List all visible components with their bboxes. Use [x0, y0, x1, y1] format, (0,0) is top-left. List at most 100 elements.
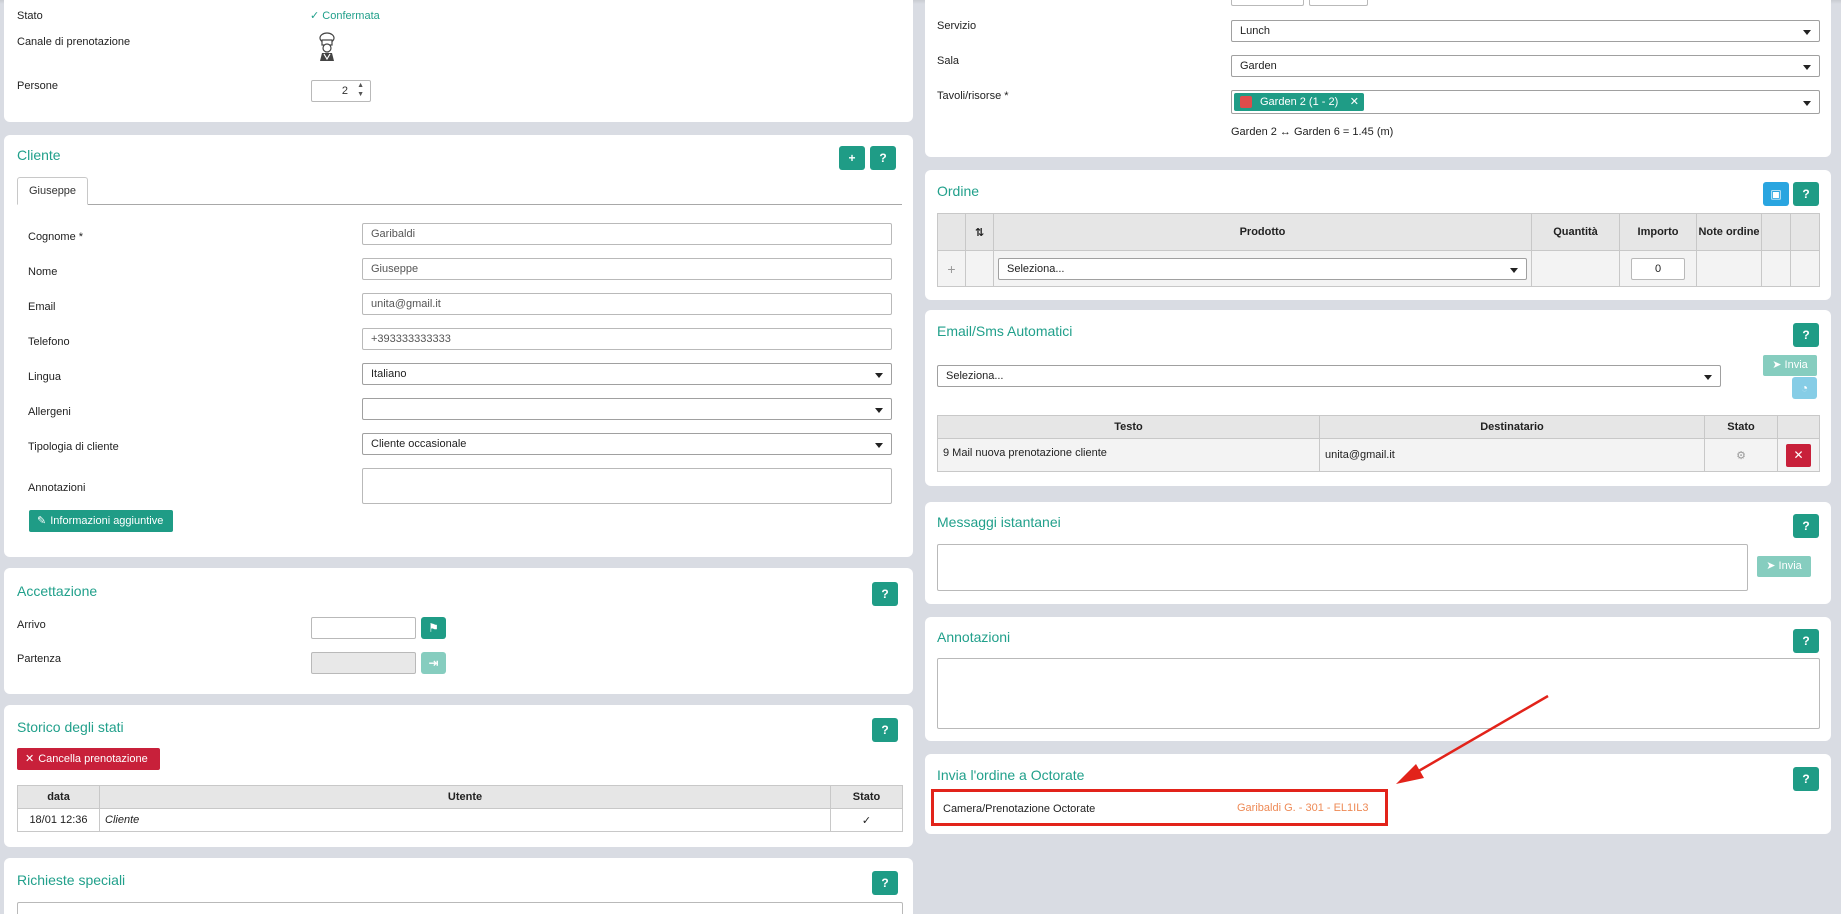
tab-giuseppe[interactable]: Giuseppe	[17, 177, 88, 205]
nome-label: Nome	[28, 266, 58, 278]
product-select[interactable]: Seleziona...	[998, 257, 1527, 280]
row-utente: Cliente	[99, 808, 831, 832]
messaggi-panel: Messaggi istantanei ? ➤ Invia	[925, 502, 1831, 604]
importo-input[interactable]: 0	[1631, 257, 1685, 280]
help-button[interactable]: ?	[1793, 514, 1819, 538]
help-button[interactable]: ?	[872, 718, 898, 742]
telefono-field[interactable]: +393333333333	[362, 328, 892, 350]
informazioni-aggiuntive-button[interactable]: ✎ Informazioni aggiuntive	[29, 510, 173, 532]
check-icon: ✓	[310, 10, 320, 22]
partenza-label: Partenza	[17, 653, 62, 665]
whatsapp-icon: ◔	[1800, 381, 1809, 395]
delete-button[interactable]: ✕	[1786, 443, 1811, 467]
edit-icon: ✎	[37, 515, 47, 527]
email-sms-title: Email/Sms Automatici	[937, 323, 1073, 339]
lingua-select[interactable]: Italiano	[362, 363, 892, 385]
chef-icon	[316, 32, 338, 62]
ordine-title: Ordine	[937, 183, 980, 199]
partenza-exit-button[interactable]: ⇥	[421, 652, 446, 674]
richieste-panel: Richieste speciali ?	[4, 858, 913, 914]
send-icon: ➤	[1766, 560, 1776, 572]
help-button[interactable]: ?	[1793, 767, 1819, 791]
col-stato: Stato	[830, 785, 903, 809]
whatsapp-button[interactable]: ◔	[1792, 377, 1817, 399]
remove-tag-icon[interactable]: ✕	[1350, 93, 1359, 111]
table-tag: Garden 2 (1 - 2) ✕	[1234, 93, 1364, 111]
storico-title: Storico degli stati	[17, 719, 124, 735]
accettazione-title: Accettazione	[17, 583, 98, 599]
annotazioni-textarea[interactable]	[937, 658, 1820, 729]
booking-info-panel: Stato ✓ Confermata Canale di prenotazion…	[4, 0, 913, 122]
help-button[interactable]: ?	[872, 582, 898, 606]
caret-icon	[1704, 375, 1712, 380]
sign-out-icon: ⇥	[428, 656, 439, 670]
messaggi-title: Messaggi istantanei	[937, 514, 1061, 530]
email-label: Email	[28, 301, 56, 313]
top-input-stub-1	[1231, 0, 1304, 6]
annotazioni-label: Annotazioni	[28, 482, 86, 494]
help-button[interactable]: ?	[1793, 629, 1819, 653]
arrivo-input[interactable]	[311, 617, 416, 639]
email-template-select[interactable]: Seleziona...	[937, 365, 1721, 387]
client-annotazioni-textarea[interactable]	[362, 468, 892, 504]
highlight-box	[931, 789, 1388, 826]
help-button[interactable]: ?	[870, 146, 896, 170]
servizio-select[interactable]: Lunch	[1231, 20, 1820, 42]
col-data: data	[17, 785, 100, 809]
help-button[interactable]: ?	[872, 871, 898, 895]
tavoli-select[interactable]: Garden 2 (1 - 2) ✕	[1231, 90, 1820, 114]
col-note-ordine: Note ordine	[1696, 213, 1762, 251]
storico-panel: Storico degli stati ? ✕ Cancella prenotaz…	[4, 705, 913, 847]
arrivo-flag-button[interactable]: ⚑	[421, 617, 446, 639]
allergeni-label: Allergeni	[28, 406, 71, 418]
row-data: 18/01 12:36	[17, 808, 100, 832]
sort-icon[interactable]: ⇅	[965, 213, 994, 251]
col-testo: Testo	[937, 415, 1320, 439]
tipologia-label: Tipologia di cliente	[28, 441, 119, 453]
partenza-input	[311, 652, 416, 674]
row-destinatario: unita@gmail.it	[1319, 438, 1705, 472]
stepper-up-icon[interactable]: ▲	[357, 82, 364, 89]
invia-messaggio-button[interactable]: ➤ Invia	[1757, 556, 1811, 577]
invia-email-button[interactable]: ➤ Invia	[1763, 355, 1817, 376]
help-button[interactable]: ?	[1793, 182, 1819, 206]
email-field[interactable]: unita@gmail.it	[362, 293, 892, 315]
table-row: 9 Mail nuova prenotazione cliente unita@…	[937, 438, 1820, 472]
annotazioni-panel: Annotazioni ?	[925, 617, 1831, 741]
tipologia-select[interactable]: Cliente occasionale	[362, 433, 892, 455]
cliente-panel: Cliente + ? Giuseppe Cognome * Garibaldi…	[4, 135, 913, 557]
col-prodotto: Prodotto	[993, 213, 1532, 251]
col-quantita: Quantità	[1531, 213, 1620, 251]
help-button[interactable]: ?	[1793, 323, 1819, 347]
cognome-field[interactable]: Garibaldi	[362, 223, 892, 245]
stepper-down-icon[interactable]: ▼	[357, 91, 364, 98]
canale-label: Canale di prenotazione	[17, 36, 131, 48]
tab-divider	[17, 204, 902, 205]
servizio-panel: Servizio Lunch Sala Garden Tavoli/risors…	[925, 0, 1831, 157]
caret-icon	[875, 408, 883, 413]
cancella-prenotazione-button[interactable]: ✕ Cancella prenotazione	[17, 748, 160, 770]
table-color-swatch	[1240, 96, 1252, 108]
persone-label: Persone	[17, 80, 58, 92]
arrivo-label: Arrivo	[17, 619, 46, 631]
ordine-table: ⇅ Prodotto Quantità Importo Note ordine …	[937, 213, 1820, 287]
nome-field[interactable]: Giuseppe	[362, 258, 892, 280]
add-client-button[interactable]: +	[839, 146, 865, 170]
status-gear-icon: ⚙	[1704, 438, 1778, 472]
richieste-textarea[interactable]	[17, 902, 903, 914]
stato-label: Stato	[17, 10, 43, 22]
arrow-annotation	[1396, 694, 1549, 784]
persone-stepper[interactable]: 2 ▲ ▼	[311, 80, 371, 102]
allergeni-select[interactable]	[362, 398, 892, 420]
add-row-icon[interactable]: +	[937, 250, 966, 287]
close-icon: ✕	[25, 753, 35, 765]
send-icon: ➤	[1772, 359, 1782, 371]
row-testo: 9 Mail nuova prenotazione cliente	[937, 438, 1320, 472]
telefono-label: Telefono	[28, 336, 70, 348]
caret-icon	[1803, 65, 1811, 70]
table-row: + Seleziona... 0	[937, 250, 1820, 287]
save-order-button[interactable]: ▣	[1763, 182, 1789, 206]
messaggi-textarea[interactable]	[937, 544, 1748, 591]
col-utente: Utente	[99, 785, 831, 809]
sala-select[interactable]: Garden	[1231, 55, 1820, 77]
